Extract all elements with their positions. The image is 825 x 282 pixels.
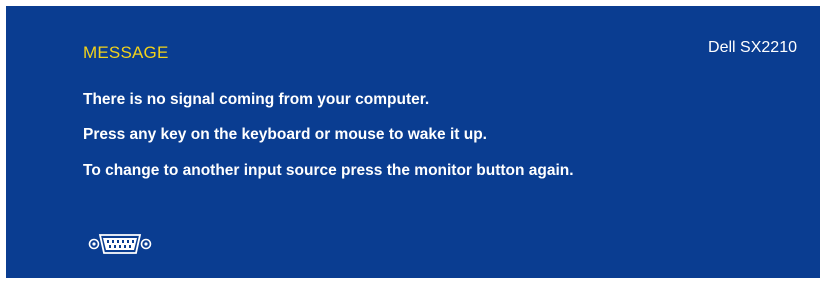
- monitor-model: Dell SX2210: [708, 39, 797, 56]
- vga-connector-icon: [88, 232, 152, 256]
- message-line-wake-up: Press any key on the keyboard or mouse t…: [83, 126, 487, 143]
- message-line-change-input: To change to another input source press …: [83, 162, 574, 179]
- monitor-osd-message-panel: MESSAGE Dell SX2210 There is no signal c…: [6, 6, 820, 278]
- message-line-no-signal: There is no signal coming from your comp…: [83, 91, 430, 108]
- osd-heading: MESSAGE: [83, 43, 169, 62]
